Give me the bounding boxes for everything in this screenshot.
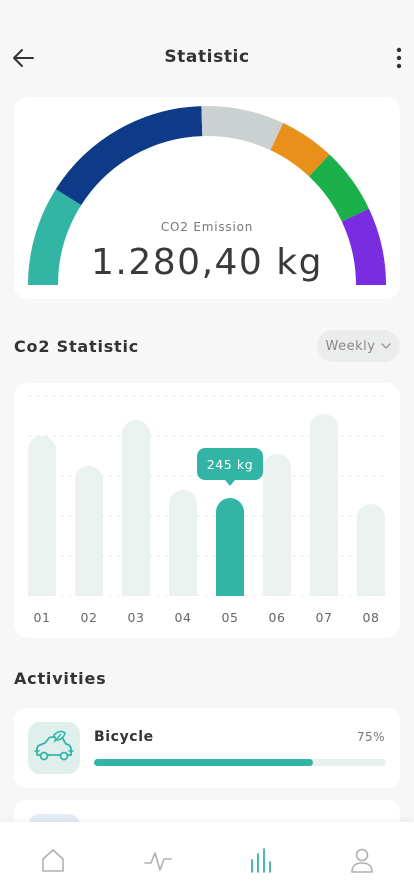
gauge-segment-2 <box>55 106 203 206</box>
chart-bar-07[interactable] <box>310 414 338 610</box>
section-title-activities: Activities <box>14 669 107 688</box>
co2-emission-card: CO2 Emission 1.280,40 kg <box>14 97 400 299</box>
chart-x-label: 01 <box>34 610 51 625</box>
section-title-statistic: Co2 Statistic <box>14 337 140 356</box>
nav-profile[interactable] <box>342 844 382 876</box>
app-header: Statistic <box>0 0 414 100</box>
chart-value-tooltip: 245 kg <box>197 448 263 486</box>
activity-progress-fill <box>94 759 313 766</box>
more-vertical-icon <box>396 47 402 69</box>
chart-x-label: 05 <box>222 610 239 625</box>
user-icon <box>351 848 373 873</box>
chart-x-label: 03 <box>128 610 145 625</box>
chevron-down-icon <box>381 343 392 349</box>
period-dropdown[interactable]: Weekly <box>317 330 400 362</box>
gauge-segment-4 <box>270 123 330 177</box>
activity-progress-track <box>94 759 386 766</box>
car-leaf-icon <box>34 730 74 761</box>
activity-icon-box <box>28 722 80 774</box>
gauge-segment-3 <box>201 106 284 151</box>
activity-card-bicycle[interactable]: Bicycle 75% <box>14 708 400 788</box>
chart-bar-06[interactable] <box>263 454 291 610</box>
chart-bar-02[interactable] <box>75 466 103 610</box>
bottom-navigation <box>0 822 414 896</box>
co2-bar-chart: 01 02 03 04 05 06 07 08 245 kg <box>14 395 400 625</box>
nav-home[interactable] <box>33 844 73 876</box>
chart-bar-08[interactable] <box>357 504 385 610</box>
nav-activity[interactable] <box>138 844 178 876</box>
chart-bar-01[interactable] <box>28 436 56 610</box>
chart-bar-05[interactable] <box>216 498 244 610</box>
bar-chart-icon <box>251 848 271 873</box>
gauge-segment-5 <box>308 154 369 222</box>
activity-pulse-icon <box>144 852 172 871</box>
chart-x-label: 07 <box>316 610 333 625</box>
co2-chart-card: 01 02 03 04 05 06 07 08 245 kg <box>14 383 400 638</box>
activity-name: Bicycle <box>94 729 154 745</box>
chart-x-label: 04 <box>175 610 192 625</box>
chart-x-label: 08 <box>363 610 380 625</box>
gauge-value: 1.280,40 kg <box>91 242 323 283</box>
chart-bar-04[interactable] <box>169 490 197 610</box>
period-label: Weekly <box>325 338 376 354</box>
chart-bar-03[interactable] <box>122 420 150 610</box>
page-title: Statistic <box>164 47 250 67</box>
gauge-label: CO2 Emission <box>160 220 254 234</box>
chart-x-label: 02 <box>81 610 98 625</box>
home-icon <box>42 849 64 872</box>
chart-x-label: 06 <box>269 610 286 625</box>
nav-statistic[interactable] <box>241 844 281 876</box>
chart-baseline-mask <box>14 596 400 616</box>
chart-tooltip-label: 245 kg <box>207 457 254 472</box>
activity-percent: 75% <box>356 730 385 744</box>
more-menu-button[interactable] <box>390 44 410 72</box>
